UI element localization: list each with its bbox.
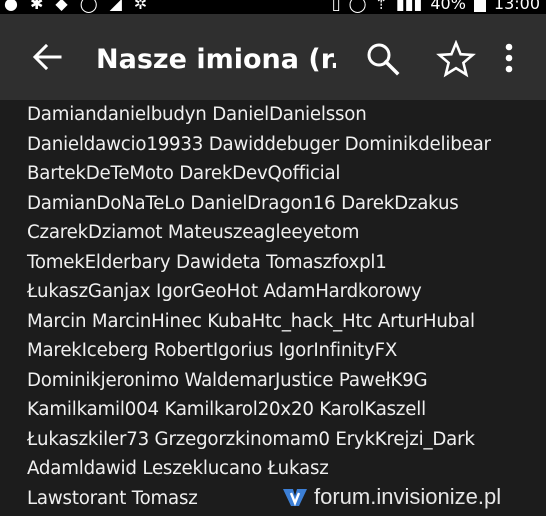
invisionize-logo-icon (283, 489, 307, 507)
list-item: Marcin MarcinHinec KubaHtc_hack_Htc Artu… (27, 310, 475, 332)
status-right-icons: ▯ ◯ ⇡ ▮▮▮ 40% 13:00 (332, 0, 540, 14)
watermark: forum.invisionize.pl (282, 482, 501, 512)
notification-icon: ● (4, 0, 18, 13)
favorite-button[interactable] (436, 39, 476, 78)
messenger-icon: ◆ (55, 0, 68, 13)
list-item: CzarekDziamot Mateuszeagleeyetom (27, 222, 360, 243)
more-vert-icon (505, 43, 513, 73)
list-item: Dominikjeronimo WaldemarJustice PawełK9G (27, 369, 428, 391)
alarm-icon: ✲ (133, 0, 148, 13)
lte-icon: ◢ (109, 0, 122, 13)
battery-icon (473, 0, 486, 12)
back-button[interactable] (30, 40, 64, 74)
status-time: 13:00 (493, 0, 540, 13)
wifi-icon: ⇡ (374, 0, 388, 13)
search-button[interactable] (364, 40, 402, 78)
alarm-clock-icon: ◯ (348, 0, 367, 13)
status-bar: ● ✱ ◆ ◯ ◢ ✲ ▯ ◯ ⇡ ▮▮▮ 40% 13:00 (0, 0, 546, 14)
list-item: Danieldawcio19933 Dawiddebuger Dominikde… (27, 133, 491, 155)
list-item: DamianDoNaTeLo DanielDragon16 DarekDzaku… (27, 192, 459, 214)
list-item: Łukaszkiler73 Grzegorzkinomam0 ErykKrejz… (27, 428, 475, 450)
list-item: TomekElderbary Dawideta Tomaszfoxpl1 (27, 251, 387, 273)
back-arrow-icon (32, 43, 62, 71)
star-icon (436, 39, 476, 78)
signal-icon: ▮▮▮ (395, 0, 423, 13)
status-left-icons: ● ✱ ◆ ◯ ◢ ✲ (4, 0, 147, 14)
app-bar: Nasze imiona (r... (0, 14, 546, 100)
battery-percent: 40% (430, 0, 466, 13)
vibrate-icon: ▯ (331, 0, 341, 13)
list-item: Adamldawid Leszeklucano Łukasz (27, 458, 329, 479)
vpn-icon: ◯ (79, 0, 98, 13)
search-icon (367, 43, 400, 76)
more-options-button[interactable] (494, 40, 524, 78)
list-item: MarekIceberg RobertIgorius IgorInfinityF… (27, 340, 398, 361)
list-item: BartekDeTeMoto DarekDevQofficial (27, 163, 341, 184)
list-item: ŁukaszGanjax IgorGeoHot AdamHardkorowy (27, 281, 422, 302)
names-list: Damiandanielbudyn DanielDanielsson Danie… (27, 100, 491, 513)
list-item: Kamilkamil004 Kamilkarol20x20 KarolKasze… (27, 399, 426, 420)
page-title: Nasze imiona (r... (96, 44, 336, 75)
watermark-text: forum.invisionize.pl (314, 484, 502, 509)
content-area: Damiandanielbudyn DanielDanielsson Danie… (0, 100, 546, 516)
whatsapp-icon: ✱ (29, 0, 44, 13)
list-item: Damiandanielbudyn DanielDanielsson (27, 104, 367, 125)
